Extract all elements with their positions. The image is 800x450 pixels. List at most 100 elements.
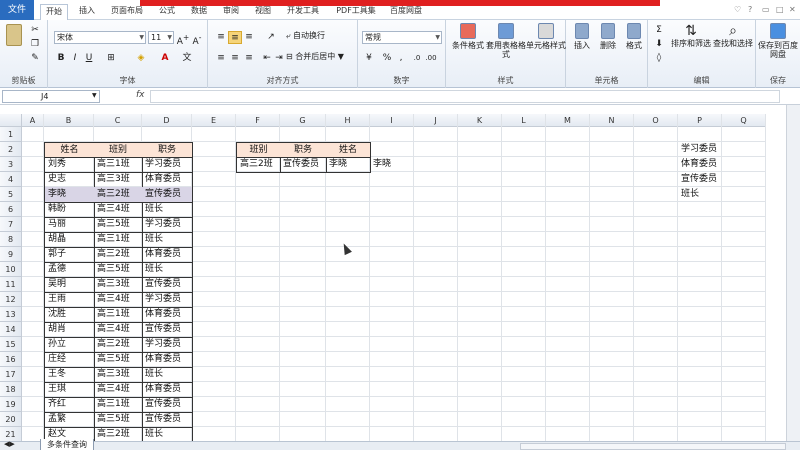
- table-cell[interactable]: 体育委员: [142, 172, 193, 188]
- column-header-f[interactable]: F: [236, 114, 280, 127]
- table-cell[interactable]: 高三3班: [94, 172, 143, 188]
- column-header-g[interactable]: G: [280, 114, 326, 127]
- column-header-h[interactable]: H: [326, 114, 370, 127]
- align-top-button[interactable]: ≡: [214, 31, 228, 44]
- table-cell[interactable]: 班长: [142, 262, 193, 278]
- table-cell[interactable]: 胡晶: [44, 232, 95, 248]
- table-cell[interactable]: 沈胜: [44, 307, 95, 323]
- row-header-12[interactable]: 12: [0, 292, 22, 307]
- tab-review[interactable]: 审阅: [218, 4, 244, 20]
- table-cell[interactable]: 高三5班: [94, 262, 143, 278]
- query-header-cell[interactable]: 职务: [280, 142, 327, 158]
- tab-data[interactable]: 数据: [186, 4, 212, 20]
- decrease-decimal-button[interactable]: .00: [424, 52, 438, 65]
- question-icon[interactable]: ?: [748, 5, 752, 14]
- query-cell[interactable]: 李晓: [326, 157, 371, 173]
- chevron-down-icon[interactable]: ▼: [92, 92, 97, 99]
- bold-button[interactable]: B: [54, 52, 68, 65]
- autosum-button[interactable]: Σ: [652, 24, 666, 37]
- table-cell[interactable]: 郭子: [44, 247, 95, 263]
- worksheet-grid[interactable]: A B C D E F G H I J K L M N O P Q 1 2 3 4 5 6 7 8 9 10 11 12 13 14 15 16…: [0, 114, 786, 441]
- column-header-i[interactable]: I: [370, 114, 414, 127]
- align-center-button[interactable]: ≡: [228, 52, 242, 65]
- table-cell[interactable]: 高三5班: [94, 412, 143, 428]
- table-cell[interactable]: 高三1班: [94, 397, 143, 413]
- table-cell[interactable]: 王琪: [44, 382, 95, 398]
- fill-color-button[interactable]: ◈: [134, 52, 148, 65]
- cell-styles-button[interactable]: 单元格样式: [526, 23, 566, 50]
- column-header-j[interactable]: J: [414, 114, 458, 127]
- restore-icon[interactable]: □: [776, 5, 784, 14]
- table-cell[interactable]: 体育委员: [142, 247, 193, 263]
- row-header-20[interactable]: 20: [0, 412, 22, 427]
- table-cell[interactable]: 宣传委员: [142, 397, 193, 413]
- row-header-2[interactable]: 2: [0, 142, 22, 157]
- table-cell[interactable]: 王雨: [44, 292, 95, 308]
- row-header-7[interactable]: 7: [0, 217, 22, 232]
- table-cell[interactable]: 孟德: [44, 262, 95, 278]
- tab-formulas[interactable]: 公式: [154, 4, 180, 20]
- vertical-scrollbar[interactable]: [786, 105, 800, 441]
- table-cell[interactable]: 高三4班: [94, 202, 143, 218]
- column-header-a[interactable]: A: [22, 114, 44, 127]
- italic-button[interactable]: I: [68, 52, 82, 65]
- tab-pdf-tools[interactable]: PDF工具集: [332, 4, 380, 20]
- table-cell[interactable]: 宣传委员: [142, 277, 193, 293]
- comma-button[interactable]: ,: [394, 52, 408, 65]
- help-icon[interactable]: ♡: [734, 5, 741, 14]
- tab-page-layout[interactable]: 页面布局: [106, 4, 148, 20]
- table-header-cell[interactable]: 姓名: [44, 142, 95, 158]
- row-header-5[interactable]: 5: [0, 187, 22, 202]
- table-cell[interactable]: 高三2班: [94, 427, 143, 441]
- table-cell[interactable]: 庄经: [44, 352, 95, 368]
- table-cell[interactable]: 高三2班: [94, 247, 143, 263]
- currency-button[interactable]: ¥: [362, 52, 376, 65]
- align-right-button[interactable]: ≡: [242, 52, 256, 65]
- row-header-15[interactable]: 15: [0, 337, 22, 352]
- duty-list-cell[interactable]: 班长: [678, 187, 723, 203]
- merge-center-button[interactable]: ⊟ 合并后居中 ▼: [286, 52, 344, 61]
- table-cell[interactable]: 班长: [142, 427, 193, 441]
- column-header-b[interactable]: B: [44, 114, 94, 127]
- table-cell[interactable]: 高三2班: [94, 187, 143, 203]
- table-cell[interactable]: 高三4班: [94, 322, 143, 338]
- font-size-combo[interactable]: 11 ▼: [148, 31, 174, 44]
- row-header-6[interactable]: 6: [0, 202, 22, 217]
- table-cell[interactable]: 史志: [44, 172, 95, 188]
- percent-button[interactable]: %: [380, 52, 394, 65]
- column-header-q[interactable]: Q: [722, 114, 766, 127]
- table-cell[interactable]: 王冬: [44, 367, 95, 383]
- tab-insert[interactable]: 插入: [74, 4, 100, 20]
- sheet-tab-query[interactable]: 多条件查询: [40, 439, 94, 450]
- insert-function-button[interactable]: fx: [136, 90, 145, 100]
- column-header-m[interactable]: M: [546, 114, 590, 127]
- table-cell[interactable]: 高三5班: [94, 352, 143, 368]
- row-header-21[interactable]: 21: [0, 427, 22, 441]
- find-select-button[interactable]: ⌕ 查找和选择: [712, 23, 754, 48]
- grow-font-button[interactable]: A+: [176, 31, 190, 47]
- tab-view[interactable]: 视图: [250, 4, 276, 20]
- table-cell[interactable]: 高三4班: [94, 382, 143, 398]
- query-cell[interactable]: 高三2班: [236, 157, 281, 173]
- font-color-button[interactable]: A: [158, 52, 172, 65]
- tab-file[interactable]: 文件: [0, 0, 34, 20]
- fill-button[interactable]: ⬇: [652, 38, 666, 51]
- column-header-n[interactable]: N: [590, 114, 634, 127]
- row-header-10[interactable]: 10: [0, 262, 22, 277]
- table-header-cell[interactable]: 班别: [94, 142, 143, 158]
- table-cell[interactable]: 高三1班: [94, 307, 143, 323]
- table-cell[interactable]: 韩盼: [44, 202, 95, 218]
- row-header-17[interactable]: 17: [0, 367, 22, 382]
- result-cell-i3[interactable]: 李晓: [370, 157, 415, 173]
- table-cell[interactable]: 高三1班: [94, 232, 143, 248]
- table-cell[interactable]: 高三2班: [94, 337, 143, 353]
- duty-list-cell[interactable]: 体育委员: [678, 157, 723, 173]
- table-cell[interactable]: 学习委员: [142, 292, 193, 308]
- insert-cells-button[interactable]: 插入: [570, 23, 594, 50]
- align-bottom-button[interactable]: ≡: [242, 31, 256, 44]
- sheet-nav-icon[interactable]: ◀▶: [4, 440, 15, 448]
- border-button[interactable]: ⊞: [104, 52, 118, 65]
- row-header-3[interactable]: 3: [0, 157, 22, 172]
- row-header-19[interactable]: 19: [0, 397, 22, 412]
- underline-button[interactable]: U: [82, 52, 96, 65]
